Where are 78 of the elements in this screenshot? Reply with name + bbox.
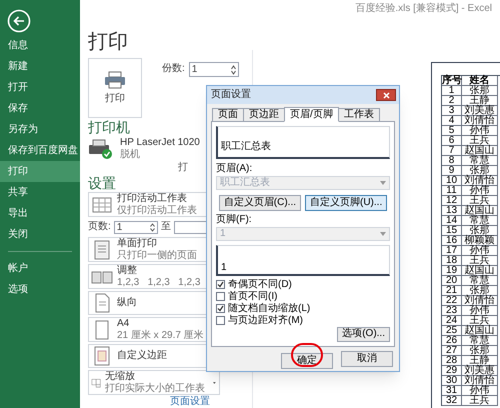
dialog-title: 页面设置 <box>211 89 251 101</box>
printer-status: 脱机 <box>120 149 141 162</box>
section-heading: 设置 <box>88 175 116 192</box>
table-cell: 23 <box>442 306 462 316</box>
header-preview-text: 职工汇总表 <box>221 141 271 152</box>
table-cell: 刘倩怡 <box>462 376 498 386</box>
table-cell: 赵国山 <box>462 206 498 216</box>
table-cell: 刘倩怡 <box>462 116 498 126</box>
table-cell: 王兵 <box>462 136 498 146</box>
table-cell: 31 <box>442 386 462 396</box>
table-cell: 20 <box>442 276 462 286</box>
table-cell: 1 <box>442 86 462 96</box>
table-cell: 常慧 <box>462 216 498 226</box>
table-cell: 16 <box>442 236 462 246</box>
table-cell: 张那 <box>462 286 498 296</box>
table-cell: 孙伟 <box>462 306 498 316</box>
footer-preview-text: 1 <box>221 262 227 274</box>
table-cell: 8 <box>442 156 462 166</box>
table-cell: 张那 <box>462 86 498 96</box>
table-cell: 常慧 <box>462 336 498 346</box>
table-cell: 26 <box>442 336 462 346</box>
table-cell: 王静 <box>462 356 498 366</box>
table-cell: 赵国山 <box>462 146 498 156</box>
table-cell: 4 <box>442 116 462 126</box>
table-cell: 赵国山 <box>462 266 498 276</box>
table-cell: 9 <box>442 166 462 176</box>
table-cell: 赵国山 <box>462 326 498 336</box>
table-cell: 13 <box>442 206 462 216</box>
table-cell: 32 <box>442 396 462 406</box>
table-cell: 孙伟 <box>462 246 498 256</box>
table-cell: 30 <box>442 376 462 386</box>
table-cell: 刘倩怡 <box>462 176 498 186</box>
table-cell: 刘美惠 <box>462 106 498 116</box>
table-cell: 25 <box>442 326 462 336</box>
table-cell: 5 <box>442 126 462 136</box>
table-cell: 张那 <box>462 166 498 176</box>
table-cell: 18 <box>442 256 462 266</box>
table-cell: 22 <box>442 296 462 306</box>
table-cell: 11 <box>442 186 462 196</box>
table-cell: 孙伟 <box>462 386 498 396</box>
table-cell: 王静 <box>462 96 498 106</box>
section-heading: 打印机 <box>88 118 130 136</box>
table-cell: 王兵 <box>462 316 498 326</box>
table-cell: 王兵 <box>462 256 498 266</box>
table-cell: 3 <box>442 106 462 116</box>
table-cell: 21 <box>442 286 462 296</box>
table-cell: 张那 <box>462 346 498 356</box>
table-cell: 6 <box>442 136 462 146</box>
table-cell: 王兵 <box>462 396 498 406</box>
pages-to-label: 至 <box>160 221 171 234</box>
table-cell: 7 <box>442 146 462 156</box>
table-cell: 柳颖颖 <box>462 236 498 246</box>
copies-label: 份数: <box>162 62 185 76</box>
printer-name: HP LaserJet 1020 <box>120 137 200 148</box>
pages-label: 页数: <box>88 221 111 234</box>
table-cell: 2 <box>442 96 462 106</box>
table-cell: 15 <box>442 226 462 236</box>
table-cell: 王兵 <box>462 196 498 206</box>
page-heading: 打印 <box>88 30 128 55</box>
table-cell: 28 <box>442 356 462 366</box>
table-cell: 刘倩怡 <box>462 296 498 306</box>
table-cell: 24 <box>442 316 462 326</box>
table-cell: 29 <box>442 366 462 376</box>
table-cell: 12 <box>442 196 462 206</box>
table-cell: 孙伟 <box>462 126 498 136</box>
window-title: 百度经验.xls [兼容模式] - Excel <box>355 2 493 16</box>
column-header: 姓名 <box>462 76 498 86</box>
table-cell: 刘美惠 <box>462 366 498 376</box>
table-cell: 14 <box>442 216 462 226</box>
table-cell: 常慧 <box>462 276 498 286</box>
table-cell: 孙伟 <box>462 186 498 196</box>
table-cell: 常慧 <box>462 156 498 166</box>
table-cell: 27 <box>442 346 462 356</box>
table-cell: 17 <box>442 246 462 256</box>
table-cell: 10 <box>442 176 462 186</box>
field-label: 页眉(A): <box>216 163 252 175</box>
table-cell: 19 <box>442 266 462 276</box>
table-cell: 张那 <box>462 226 498 236</box>
